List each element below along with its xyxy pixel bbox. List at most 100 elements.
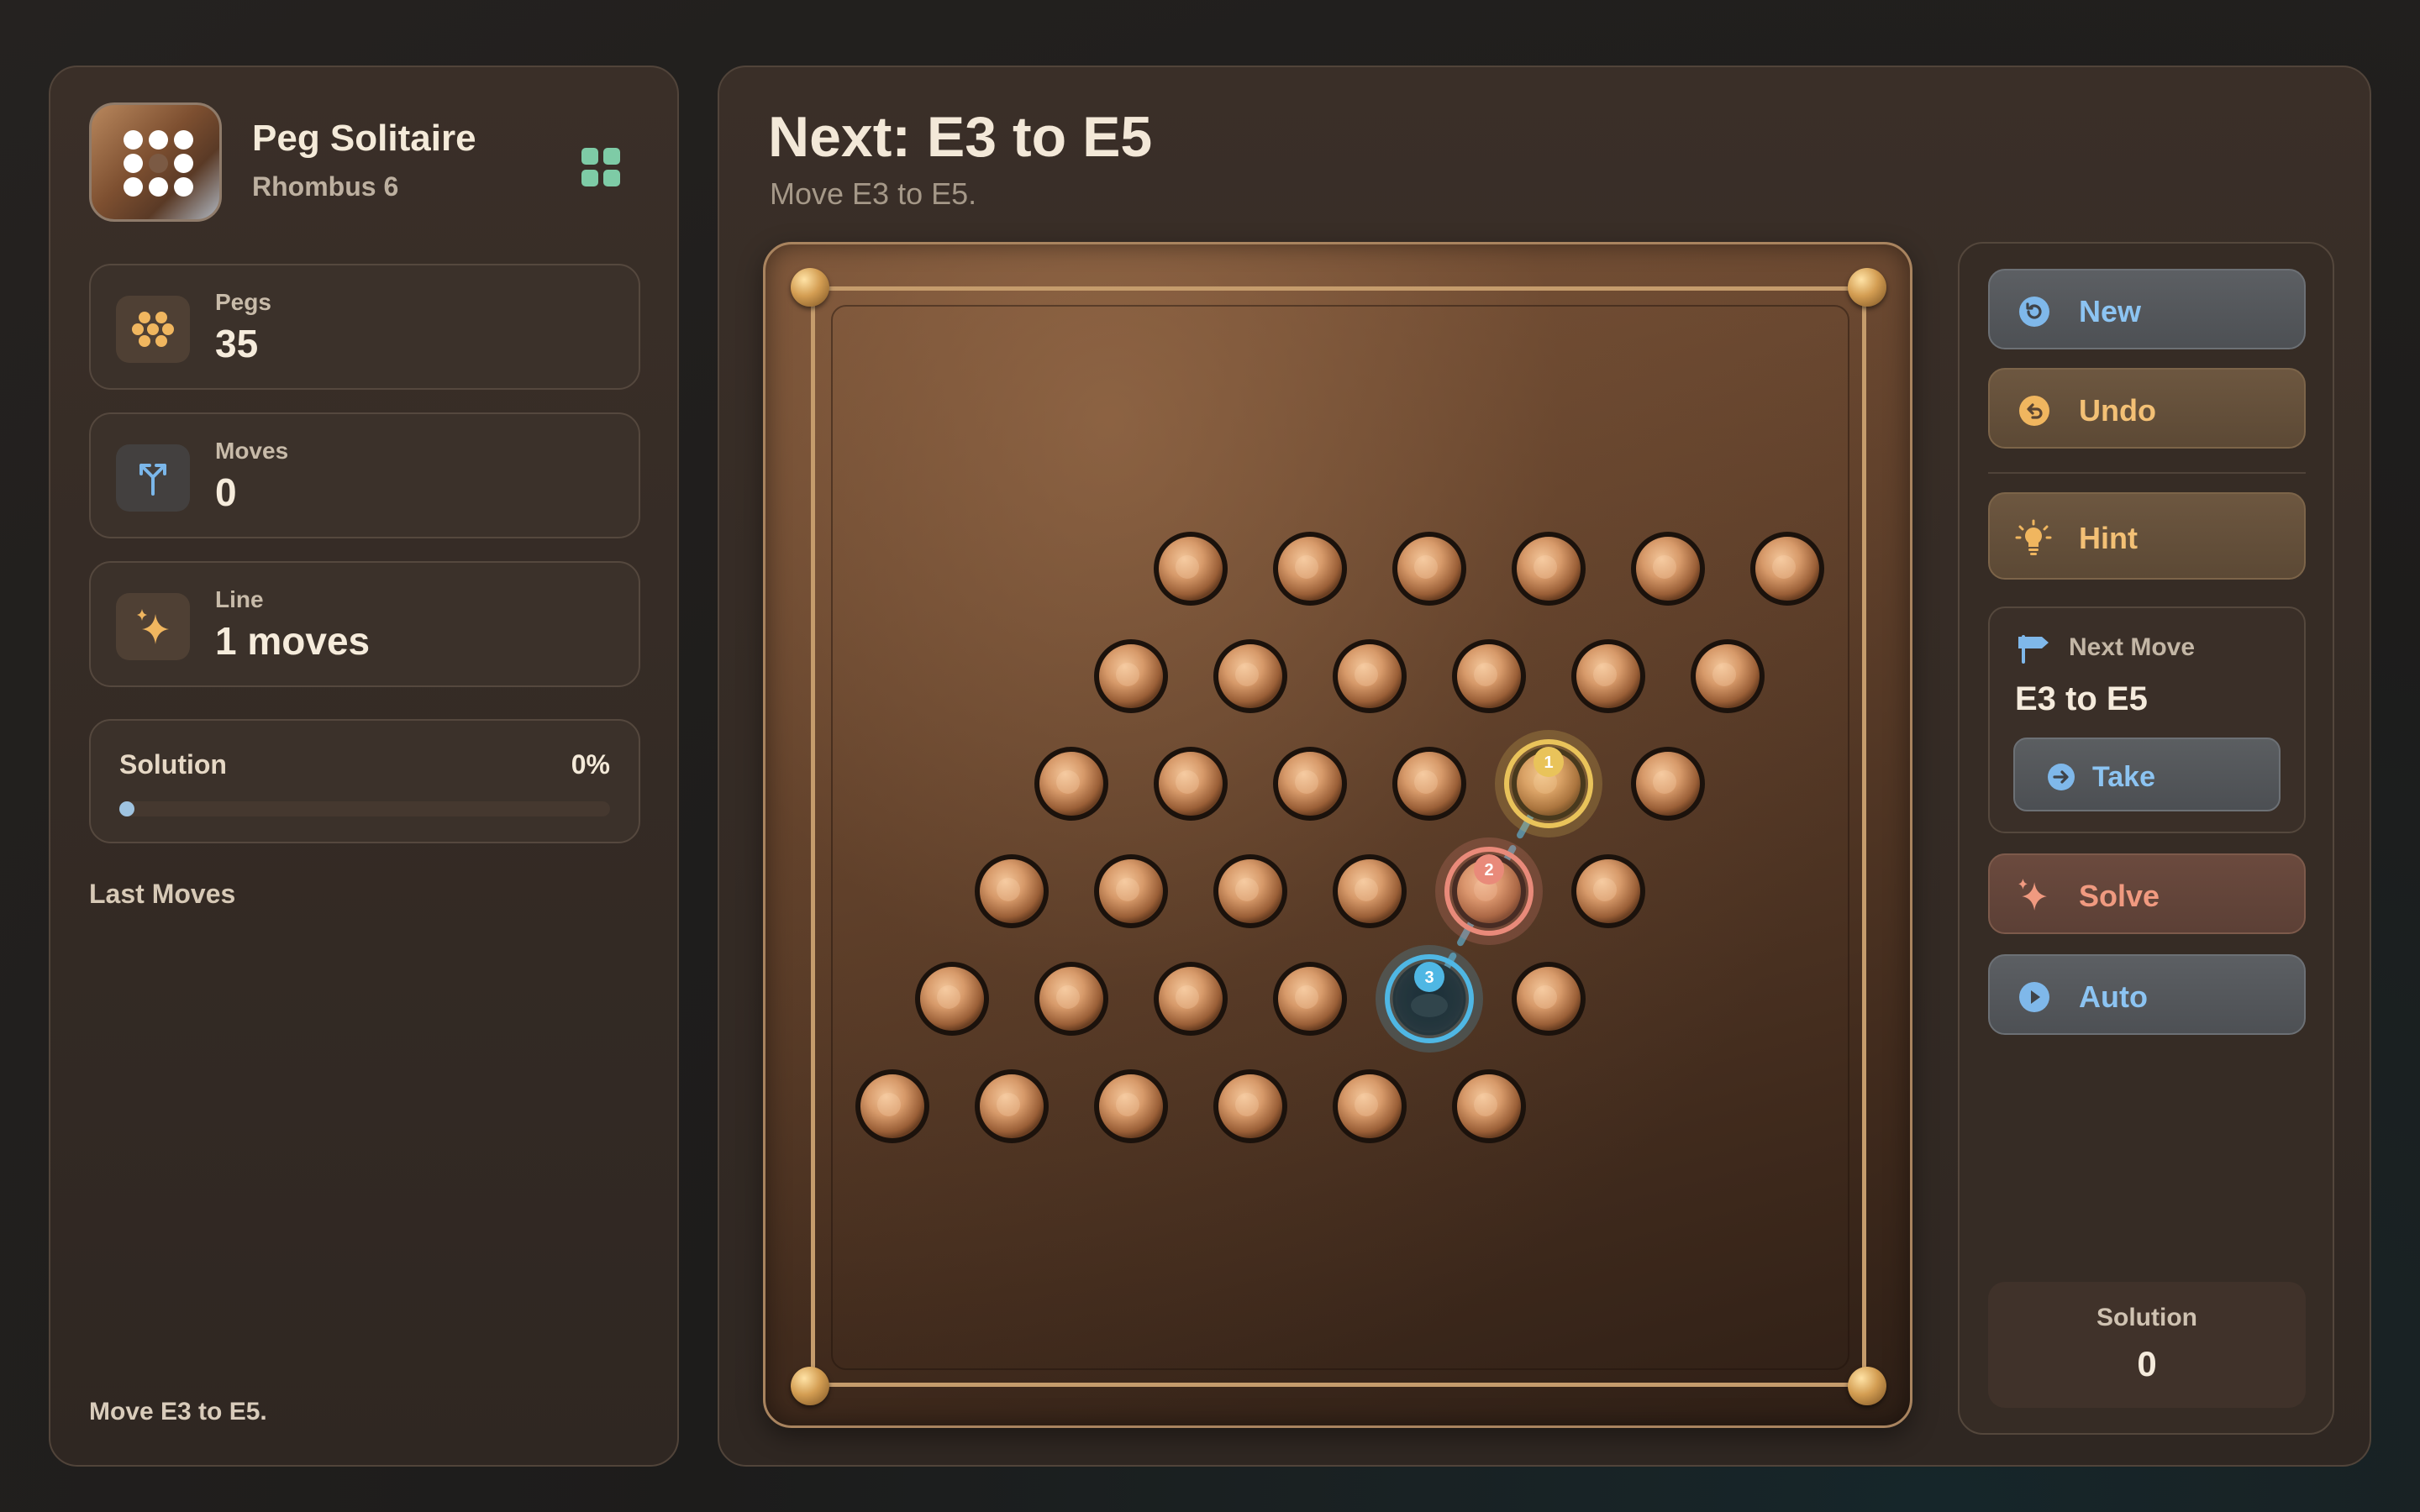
peg[interactable] — [1094, 1069, 1168, 1143]
next-move-label: Next Move — [2069, 633, 2196, 661]
stat-value: 1 moves — [215, 619, 371, 663]
peg[interactable] — [1034, 747, 1108, 821]
peg[interactable] — [1750, 532, 1824, 606]
peg[interactable] — [1273, 962, 1347, 1036]
app-logo-icon — [89, 102, 222, 222]
logo-peg-dot — [124, 154, 143, 173]
undo-button[interactable]: Undo — [1988, 368, 2306, 449]
sparkle-icon — [116, 593, 190, 660]
next-move-value: E3 to E5 — [2015, 680, 2148, 717]
solve-button[interactable]: Solve — [1988, 853, 2306, 934]
stat-card-line: Line 1 moves — [89, 561, 640, 687]
stat-card-moves: Moves 0 — [89, 412, 640, 538]
page-subtitle: Move E3 to E5. — [770, 176, 977, 211]
arrow-right-circle-icon — [2048, 764, 2075, 790]
peg[interactable] — [1094, 854, 1168, 928]
board-pegs-layer[interactable]: 1 2 3 — [765, 244, 1912, 1428]
move-marker-1 — [1495, 730, 1602, 837]
solution-counter-label: Solution — [2096, 1304, 2197, 1331]
main-panel: Next: E3 to E5 Move E3 to E5. 1 2 3 New … — [718, 66, 2371, 1467]
peg[interactable] — [1631, 532, 1705, 606]
logo-peg-dot — [124, 130, 143, 150]
pegs-cluster-icon — [116, 296, 190, 363]
peg[interactable] — [1034, 962, 1108, 1036]
move-marker-3 — [1376, 945, 1483, 1053]
peg[interactable] — [855, 1069, 929, 1143]
hint-label: Hint — [2079, 521, 2138, 555]
peg[interactable] — [1273, 747, 1347, 821]
undo-label: Undo — [2079, 393, 2156, 428]
logo-peg-dot — [174, 130, 193, 150]
undo-icon — [2019, 396, 2049, 426]
last-moves-heading: Last Moves — [89, 879, 236, 909]
logo-peg-dot — [149, 130, 168, 150]
new-game-button[interactable]: New — [1988, 269, 2306, 349]
peg[interactable] — [1452, 639, 1526, 713]
logo-peg-dot — [149, 177, 168, 197]
peg[interactable] — [1154, 962, 1228, 1036]
stat-value: 0 — [215, 470, 237, 514]
logo-empty-hole — [149, 154, 168, 173]
svg-text:1: 1 — [1544, 753, 1553, 772]
app-title: Peg Solitaire — [252, 118, 476, 159]
stat-card-pegs: Pegs 35 — [89, 264, 640, 390]
solution-percent: 0% — [571, 749, 610, 780]
solution-label: Solution — [119, 749, 227, 780]
peg[interactable] — [1691, 639, 1765, 713]
solution-counter: Solution 0 — [1988, 1282, 2306, 1408]
sparkle-icon — [2018, 879, 2047, 911]
auto-play-button[interactable]: Auto — [1988, 954, 2306, 1035]
move-step-badge: 3 — [1414, 962, 1444, 992]
peg[interactable] — [1452, 1069, 1526, 1143]
new-game-label: New — [2079, 294, 2142, 328]
peg[interactable] — [1213, 854, 1287, 928]
peg[interactable] — [1571, 854, 1645, 928]
peg[interactable] — [975, 854, 1049, 928]
peg[interactable] — [1213, 1069, 1287, 1143]
progress-knob — [119, 801, 134, 816]
peg[interactable] — [1512, 962, 1586, 1036]
logo-peg-dot — [124, 177, 143, 197]
peg[interactable] — [975, 1069, 1049, 1143]
hint-button[interactable]: Hint — [1988, 492, 2306, 580]
auto-label: Auto — [2079, 979, 2148, 1014]
svg-text:2: 2 — [1484, 861, 1493, 879]
peg[interactable] — [1571, 639, 1645, 713]
take-move-button[interactable]: Take — [2013, 738, 2281, 811]
restart-icon — [2019, 297, 2049, 327]
next-move-card: Next Move E3 to E5 Take — [1988, 606, 2306, 833]
stat-label: Pegs — [215, 289, 271, 315]
stat-value: 35 — [215, 322, 259, 365]
lightbulb-icon — [2015, 519, 2052, 555]
peg[interactable] — [1392, 532, 1466, 606]
solution-progress-card: Solution 0% — [89, 719, 640, 843]
peg[interactable] — [1333, 1069, 1407, 1143]
peg[interactable] — [1154, 747, 1228, 821]
stat-label: Moves — [215, 438, 289, 464]
status-footer: Move E3 to E5. — [89, 1398, 267, 1425]
controls-divider — [1988, 472, 2306, 474]
solution-counter-value: 0 — [2137, 1344, 2157, 1383]
controls-panel: New Undo Hint Next Move E3 to E5 Take So… — [1958, 242, 2334, 1435]
move-step-badge: 1 — [1534, 747, 1564, 777]
board-variant-label: Rhombus 6 — [252, 171, 399, 202]
peg[interactable] — [1094, 639, 1168, 713]
logo-peg-dot — [174, 177, 193, 197]
peg[interactable] — [1333, 854, 1407, 928]
peg[interactable] — [1273, 532, 1347, 606]
move-step-badge: 2 — [1474, 854, 1504, 885]
branch-icon — [116, 444, 190, 512]
peg[interactable] — [1392, 747, 1466, 821]
peg[interactable] — [1333, 639, 1407, 713]
peg[interactable] — [915, 962, 989, 1036]
game-board[interactable]: 1 2 3 — [763, 242, 1912, 1428]
sidebar: Peg Solitaire Rhombus 6 Pegs 35 Moves 0 — [49, 66, 679, 1467]
layout-grid-icon[interactable] — [581, 148, 620, 186]
peg[interactable] — [1512, 532, 1586, 606]
peg[interactable] — [1154, 532, 1228, 606]
move-marker-2 — [1435, 837, 1543, 945]
solve-label: Solve — [2079, 879, 2160, 913]
peg[interactable] — [1631, 747, 1705, 821]
peg[interactable] — [1213, 639, 1287, 713]
signpost-icon — [2018, 635, 2049, 664]
